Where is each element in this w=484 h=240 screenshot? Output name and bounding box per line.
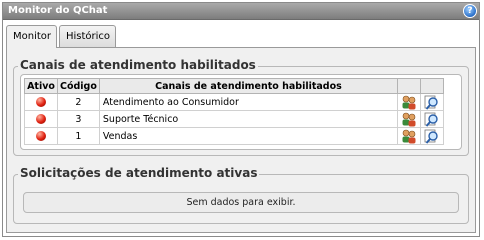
empty-message: Sem dados para exibir. [23, 192, 459, 213]
window-title: Monitor do QChat [8, 5, 108, 16]
table-header-row: Ativo Código Canais de atendimento habil… [24, 78, 444, 94]
requests-group-title: Solicitações de atendimento ativas [18, 166, 260, 180]
magnifier-icon[interactable] [424, 95, 440, 110]
col-ativo: Ativo [24, 78, 58, 94]
col-action-1 [397, 78, 421, 94]
view-action-cell[interactable] [420, 93, 444, 111]
users-action-cell[interactable] [397, 110, 421, 128]
status-led-icon [36, 97, 46, 107]
code-cell: 3 [57, 110, 100, 128]
users-icon[interactable] [401, 129, 417, 144]
qchat-monitor-window: Monitor do QChat ? Monitor Histórico Can… [2, 2, 480, 237]
magnifier-icon[interactable] [424, 129, 440, 144]
status-led-icon [36, 131, 46, 141]
channel-name-cell: Atendimento ao Consumidor [98, 93, 399, 111]
view-action-cell[interactable] [420, 110, 444, 128]
view-action-cell[interactable] [420, 127, 444, 145]
table-row[interactable]: 1 Vendas [24, 127, 444, 145]
col-codigo: Código [57, 78, 100, 94]
users-icon[interactable] [401, 95, 417, 110]
status-cell [24, 93, 58, 111]
channel-name-cell: Vendas [98, 127, 399, 145]
tab-historico-label: Histórico [66, 31, 111, 42]
users-icon[interactable] [401, 112, 417, 127]
code-cell: 2 [57, 93, 100, 111]
status-cell [24, 110, 58, 128]
channels-group: Canais de atendimento habilitados Ativo … [13, 58, 469, 156]
tab-historico[interactable]: Histórico [59, 25, 116, 47]
help-icon[interactable]: ? [463, 4, 477, 18]
code-cell: 1 [57, 127, 100, 145]
requests-group: Solicitações de atendimento ativas Sem d… [13, 166, 469, 224]
users-action-cell[interactable] [397, 93, 421, 111]
status-led-icon [36, 114, 46, 124]
channels-group-title: Canais de atendimento habilitados [18, 58, 258, 72]
tab-monitor-label: Monitor [13, 31, 52, 42]
channel-name-cell: Suporte Técnico [98, 110, 399, 128]
monitor-panel: Canais de atendimento habilitados Ativo … [6, 47, 476, 233]
magnifier-icon[interactable] [424, 112, 440, 127]
status-cell [24, 127, 58, 145]
tab-monitor[interactable]: Monitor [6, 25, 57, 48]
col-canais: Canais de atendimento habilitados [98, 78, 399, 94]
table-row[interactable]: 2 Atendimento ao Consumidor [24, 93, 444, 111]
users-action-cell[interactable] [397, 127, 421, 145]
title-bar: Monitor do QChat ? [3, 3, 479, 20]
channels-table: Ativo Código Canais de atendimento habil… [24, 78, 444, 145]
col-action-2 [420, 78, 444, 94]
table-row[interactable]: 3 Suporte Técnico [24, 110, 444, 128]
